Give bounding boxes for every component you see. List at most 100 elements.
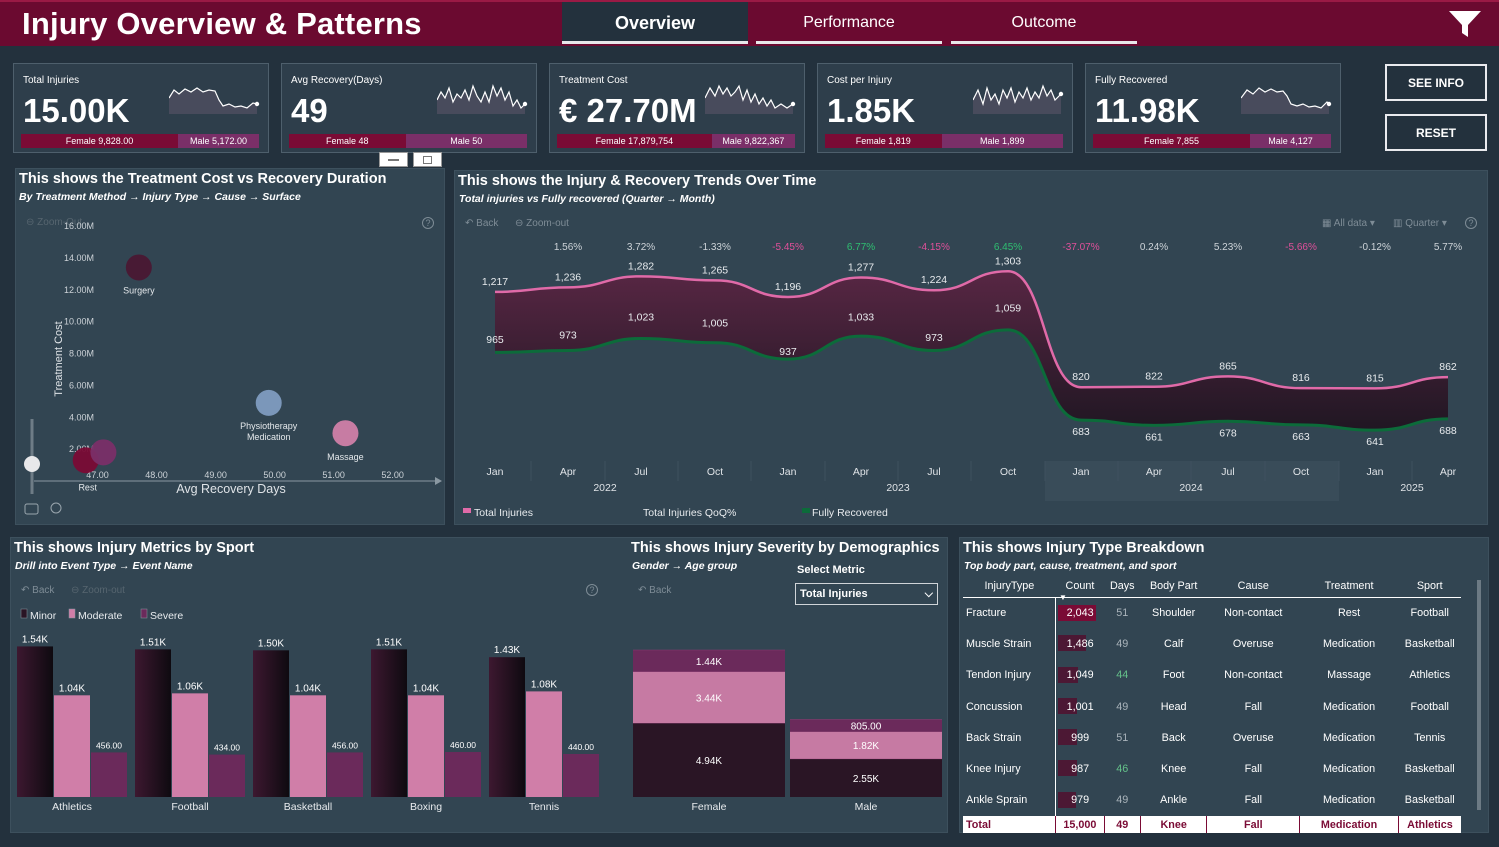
bar[interactable]	[91, 752, 127, 797]
column-header[interactable]: Body Part	[1140, 575, 1207, 598]
x-tick-label: Jul	[1221, 466, 1234, 478]
bar[interactable]	[327, 752, 363, 797]
comment-icon[interactable]	[50, 502, 62, 514]
table-cell: Tendon Injury	[966, 669, 1031, 682]
table-row[interactable]: Muscle Strain 1,486 49 Calf Overuse Medicatio…	[963, 628, 1461, 660]
reset-button[interactable]: RESET	[1385, 114, 1487, 151]
kpi-sparkline	[1241, 87, 1332, 114]
kpi-sparkline	[437, 84, 528, 114]
scatter-point[interactable]	[90, 439, 117, 466]
table-row[interactable]: Fracture 2,043 51 Shoulder Non-contact Rest Fo…	[963, 597, 1461, 629]
bar[interactable]	[408, 695, 444, 797]
data-label: 2.55K	[853, 774, 879, 785]
bar[interactable]	[209, 754, 245, 797]
bar[interactable]	[54, 695, 90, 797]
breakdown-subtitle: Top body part, cause, treatment, and spo…	[964, 560, 1177, 572]
table-row[interactable]: Concussion 1,001 49 Head Fall Medication Footb…	[963, 690, 1461, 723]
scatter-point[interactable]	[255, 389, 282, 416]
data-label: 816	[1292, 372, 1310, 384]
column-header[interactable]: Days	[1104, 575, 1141, 598]
bar[interactable]	[172, 693, 208, 797]
x-tick-label: Apr	[1440, 466, 1457, 478]
data-label: 1.50K	[258, 638, 284, 649]
table-cell: Massage	[1327, 669, 1371, 682]
tab-overview[interactable]: Overview	[562, 2, 748, 44]
x-tick-label: 52.00	[381, 470, 404, 480]
table-cell: Shoulder	[1152, 606, 1196, 619]
bar[interactable]	[445, 752, 481, 797]
more-options-icon[interactable]	[413, 152, 442, 167]
tab-outcome[interactable]: Outcome	[951, 2, 1137, 44]
data-label: 688	[1439, 425, 1457, 437]
point-label: Medication	[247, 432, 291, 442]
demographics-chart: 4.94K 3.44K 1.44K Female 2.55K 1.82K 805.00 Mal…	[633, 649, 942, 813]
data-label: 661	[1145, 431, 1163, 443]
kpi-label: Cost per Injury	[827, 75, 893, 86]
data-label: 1,059	[995, 302, 1021, 314]
bar[interactable]	[253, 650, 289, 797]
table-row[interactable]: Knee Injury 987 46 Knee Fall Medication Basket…	[963, 753, 1461, 785]
female-segment: Female 9,828.00	[21, 134, 179, 148]
legend-swatch	[140, 608, 148, 619]
table-cell: 44	[1116, 669, 1129, 682]
table-cell: 51	[1116, 606, 1129, 619]
legend-swatch	[68, 608, 76, 619]
bar[interactable]	[17, 646, 53, 797]
filter-icon[interactable]	[1448, 10, 1482, 38]
data-label: 663	[1292, 431, 1310, 443]
total-cell: Fall	[1206, 816, 1300, 834]
bar[interactable]	[290, 695, 326, 797]
kpi-value: 11.98K	[1095, 92, 1200, 129]
focus-mode-icon[interactable]	[379, 152, 408, 167]
qoq-label: 6.77%	[847, 242, 875, 253]
table-row[interactable]: Ankle Sprain 979 49 Ankle Fall Medication Bask…	[963, 784, 1461, 817]
category-label: Athletics	[52, 801, 92, 813]
bar[interactable]	[489, 657, 525, 797]
category-label: Basketball	[284, 801, 332, 813]
data-label: 1,236	[555, 271, 581, 283]
data-label: 456.00	[96, 740, 122, 750]
data-label: 820	[1072, 371, 1090, 383]
table-row[interactable]: Tendon Injury 1,049 44 Foot Non-contact Massa…	[963, 659, 1461, 691]
bar[interactable]	[563, 753, 599, 797]
legend-item: Fully Recovered	[812, 507, 888, 519]
qoq-label: 1.56%	[554, 242, 582, 253]
bar[interactable]	[371, 649, 407, 797]
column-header[interactable]: Sport	[1398, 575, 1461, 598]
y-tick-label: 14.00M	[64, 253, 94, 263]
table-row[interactable]: Back Strain 999 51 Back Overuse Medication Ten…	[963, 722, 1461, 754]
scatter-point[interactable]	[332, 420, 359, 447]
scatter-point[interactable]	[125, 254, 152, 281]
zoom-slider-handle[interactable]	[24, 456, 40, 472]
see-info-button[interactable]: SEE INFO	[1385, 64, 1487, 101]
column-header[interactable]: InjuryType	[963, 575, 1056, 598]
data-label: 1.04K	[413, 683, 439, 694]
column-header[interactable]: Treatment	[1299, 575, 1399, 598]
category-label: Boxing	[410, 801, 442, 813]
x-tick-label: Apr	[560, 466, 577, 478]
data-label: 641	[1366, 436, 1384, 448]
data-label: 937	[779, 346, 797, 358]
bar[interactable]	[526, 691, 562, 797]
tab-performance[interactable]: Performance	[756, 2, 942, 44]
x-tick-label: Jul	[927, 466, 940, 478]
table-cell: Fall	[1244, 763, 1262, 776]
kpi-value: 49	[291, 92, 328, 129]
male-segment: Male 9,822,367	[711, 134, 795, 148]
data-label: 973	[559, 329, 577, 341]
image-icon[interactable]	[24, 503, 39, 515]
column-header[interactable]: Cause	[1206, 575, 1300, 598]
total-cell: 15,000	[1055, 816, 1105, 834]
table-cell: Fall	[1244, 700, 1262, 713]
sort-desc-icon[interactable]: ▼	[1059, 593, 1067, 602]
table-cell: Medication	[1322, 731, 1376, 744]
legend-swatch	[802, 508, 810, 513]
bar[interactable]	[135, 649, 171, 797]
kpi-card: Fully Recovered 11.98K Female 7,855 Male 4,…	[1085, 63, 1341, 153]
injury-type-table: InjuryType Count Days Body Part Cause Treatme…	[963, 575, 1461, 834]
scrollbar[interactable]	[1477, 580, 1481, 810]
table-cell: Back	[1161, 731, 1186, 744]
data-label: 815	[1366, 372, 1384, 384]
table-cell: Knee Injury	[966, 763, 1021, 776]
table-cell: 999	[1055, 722, 1105, 754]
